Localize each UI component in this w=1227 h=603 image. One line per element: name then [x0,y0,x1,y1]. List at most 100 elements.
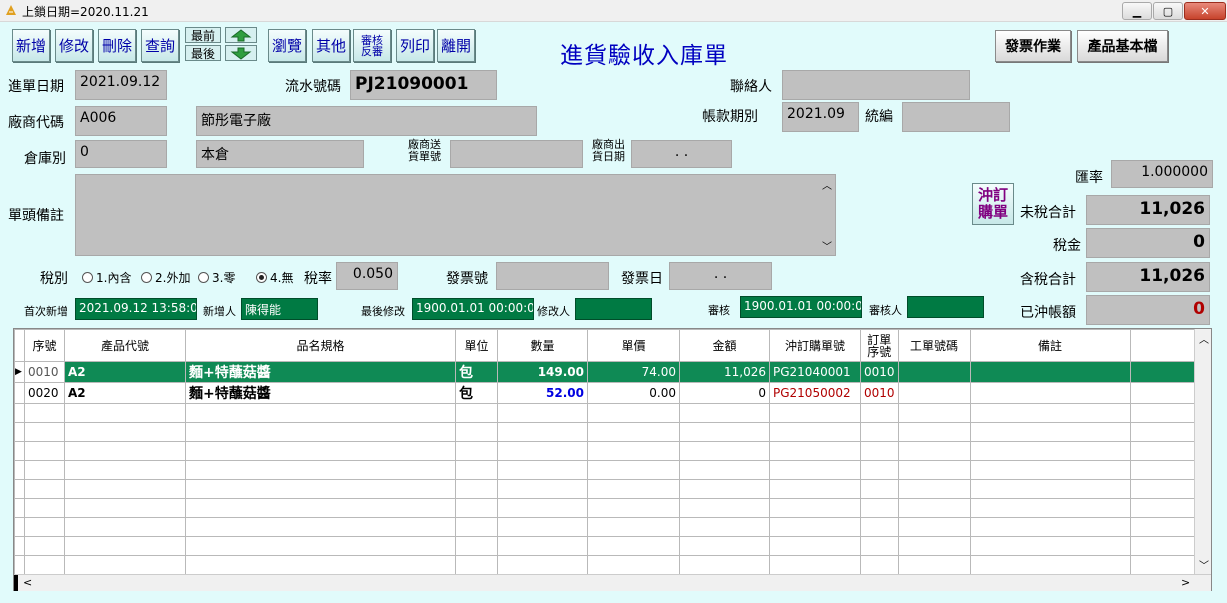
scroll-down-icon[interactable]: ﹀ [822,238,832,253]
empty-cell[interactable] [587,460,680,480]
empty-cell[interactable] [497,422,588,442]
cell-wo[interactable] [897,361,971,383]
empty-row[interactable] [14,536,1197,556]
empty-row[interactable] [14,403,1197,423]
empty-cell[interactable] [497,498,588,518]
empty-cell[interactable] [24,555,65,575]
cell-amount[interactable]: 11,026 [679,361,770,383]
empty-cell[interactable] [969,403,1131,423]
empty-cell[interactable] [769,441,861,461]
review-toggle-button[interactable]: 審核 反審 [353,29,391,62]
empty-cell[interactable] [455,403,498,423]
empty-cell[interactable] [497,479,588,499]
empty-cell[interactable] [587,498,680,518]
empty-cell[interactable] [64,460,186,480]
empty-cell[interactable] [455,441,498,461]
empty-cell[interactable] [860,479,899,499]
cell-name[interactable]: 麵+特蘸菇醬 [185,361,456,383]
empty-cell[interactable] [64,441,186,461]
empty-cell[interactable] [969,536,1131,556]
empty-cell[interactable] [860,498,899,518]
print-button[interactable]: 列印 [396,29,434,62]
empty-cell[interactable] [497,460,588,480]
tax-option-2[interactable]: 2.外加 [141,269,190,286]
empty-cell[interactable] [679,403,770,423]
empty-cell[interactable] [64,536,186,556]
empty-cell[interactable] [64,498,186,518]
prev-record-button[interactable] [225,27,257,43]
empty-cell[interactable] [679,422,770,442]
taxid-field[interactable] [902,102,1010,132]
grid-horizontal-scrollbar[interactable]: < > [14,574,1211,591]
empty-cell[interactable] [897,555,971,575]
warehouse-code-field[interactable]: 0 [75,140,167,168]
empty-cell[interactable] [497,555,588,575]
empty-cell[interactable] [679,460,770,480]
cell-qty[interactable]: 149.00 [497,361,588,383]
empty-cell[interactable] [64,422,186,442]
cell-qty[interactable]: 52.00 [497,382,588,404]
empty-cell[interactable] [24,403,65,423]
col-po-seq[interactable]: 訂單序號 [860,329,899,362]
scroll-thumb[interactable] [14,575,18,591]
empty-cell[interactable] [455,422,498,442]
empty-cell[interactable] [1129,460,1197,480]
cell-code[interactable]: A2 [64,361,186,383]
empty-cell[interactable] [587,555,680,575]
empty-cell[interactable] [679,479,770,499]
empty-cell[interactable] [897,460,971,480]
memo-textarea[interactable]: ︿ ﹀ [75,174,836,256]
tax-option-1[interactable]: 1.內含 [82,269,131,286]
empty-row[interactable] [14,517,1197,537]
col-amount[interactable]: 金額 [679,329,770,362]
invoice-no-field[interactable] [496,262,609,290]
empty-cell[interactable] [455,479,498,499]
grid-vertical-scrollbar[interactable]: ︿ ﹀ [1194,329,1211,574]
empty-cell[interactable] [897,517,971,537]
empty-cell[interactable] [860,441,899,461]
empty-cell[interactable] [14,555,25,575]
empty-row[interactable] [14,441,1197,461]
empty-cell[interactable] [1129,422,1197,442]
empty-cell[interactable] [497,403,588,423]
empty-cell[interactable] [14,517,25,537]
empty-cell[interactable] [969,555,1131,575]
product-master-button[interactable]: 產品基本檔 [1077,30,1168,62]
scroll-down-icon[interactable]: ﹀ [1199,557,1209,572]
vendor-name-field[interactable]: 節彤電子廠 [196,106,537,136]
offset-po-button[interactable]: 沖訂 購單 [972,183,1014,225]
empty-cell[interactable] [64,517,186,537]
col-work-order[interactable]: 工單號碼 [897,329,971,362]
empty-cell[interactable] [769,403,861,423]
empty-cell[interactable] [64,479,186,499]
empty-cell[interactable] [969,517,1131,537]
empty-cell[interactable] [24,498,65,518]
empty-cell[interactable] [769,460,861,480]
empty-row[interactable] [14,422,1197,442]
table-row[interactable]: 0020 A2 麵+特蘸菇醬 包 52.00 0.00 0 PG21050002… [14,382,1197,404]
cell-price[interactable]: 0.00 [587,382,680,404]
empty-cell[interactable] [1129,555,1197,575]
empty-cell[interactable] [1129,479,1197,499]
exchange-rate-field[interactable]: 1.000000 [1111,160,1213,188]
empty-cell[interactable] [587,536,680,556]
serial-field[interactable]: PJ21090001 [350,70,497,100]
empty-cell[interactable] [455,498,498,518]
contact-field[interactable] [782,70,970,100]
cell-po[interactable]: PG21040001 [769,361,861,383]
empty-cell[interactable] [14,479,25,499]
col-note[interactable]: 備註 [969,329,1131,362]
scroll-up-icon[interactable]: ︿ [1199,331,1209,346]
scroll-up-icon[interactable]: ︿ [822,177,832,192]
table-row[interactable]: ▶ 0010 A2 麵+特蘸菇醬 包 149.00 74.00 11,026 P… [14,361,1197,383]
empty-cell[interactable] [14,403,25,423]
cell-unit[interactable]: 包 [455,382,498,404]
invoice-date-field[interactable]: . . [669,262,772,290]
empty-cell[interactable] [14,498,25,518]
empty-cell[interactable] [679,555,770,575]
empty-row[interactable] [14,555,1197,575]
browse-button[interactable]: 瀏覽 [268,29,306,62]
memo-scrollbar[interactable]: ︿ ﹀ [818,175,835,255]
cell-amount[interactable]: 0 [679,382,770,404]
empty-cell[interactable] [679,536,770,556]
